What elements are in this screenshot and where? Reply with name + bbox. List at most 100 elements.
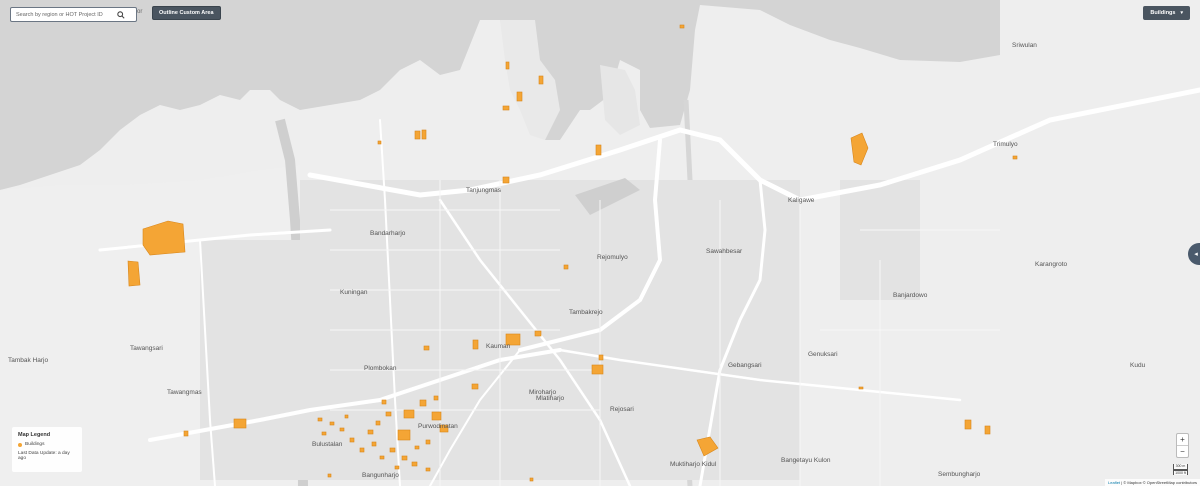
search-input[interactable] [16, 11, 116, 18]
building-footprint [425, 439, 431, 445]
building-footprint [359, 447, 365, 453]
place-label: Plombokan [364, 365, 397, 372]
place-label: Bulustalan [312, 441, 343, 448]
building-footprint [505, 61, 510, 70]
building-footprint [367, 429, 374, 435]
attribution-text: | © Mapbox © OpenStreetMap contributors [1120, 480, 1197, 485]
building-footprint [516, 91, 523, 102]
map-attribution: Leaflet | © Mapbox © OpenStreetMap contr… [1105, 479, 1200, 486]
building-footprint [401, 455, 408, 461]
place-label: Bandarharjo [370, 230, 406, 237]
place-label: Kaligawe [788, 197, 815, 204]
place-label: Genuksari [808, 351, 838, 358]
place-label: Sriwulan [1012, 42, 1037, 49]
building-footprint [964, 419, 972, 430]
building-footprint [389, 447, 396, 453]
layer-select-label: Buildings [1150, 10, 1176, 16]
building-footprint [411, 461, 418, 467]
building-footprint [381, 399, 387, 405]
place-label: Trimulyo [993, 141, 1018, 148]
building-footprint [344, 414, 349, 419]
place-label: Tawangmas [167, 389, 202, 396]
building-footprint [183, 430, 189, 437]
place-label: Kuningan [340, 289, 368, 296]
building-footprint [419, 399, 427, 407]
building-footprint [414, 445, 420, 450]
building-footprint [379, 455, 385, 460]
building-footprint [349, 437, 355, 443]
chevron-left-icon: ◂ [1194, 251, 1198, 258]
building-footprint [127, 260, 141, 287]
legend-item-label: Buildings [25, 442, 45, 447]
place-label: Bangetayu Kulon [781, 457, 831, 464]
place-label: Banjardowo [893, 292, 928, 299]
building-footprint [595, 144, 602, 156]
building-footprint [433, 395, 439, 401]
building-footprint [339, 427, 345, 432]
building-footprint [394, 465, 400, 470]
place-label: Sawahbesar [706, 248, 743, 255]
building-footprint [591, 364, 604, 375]
scale-bar: 300 m 1000 ft [1173, 464, 1188, 475]
place-label: Tawangsari [130, 345, 163, 352]
building-footprint [371, 441, 377, 447]
building-footprint [472, 339, 479, 350]
building-footprint [425, 467, 431, 472]
place-label: Tambakrejo [569, 309, 603, 316]
building-footprint [502, 105, 510, 111]
building-footprint [471, 383, 479, 390]
place-label: Gebangsari [728, 362, 762, 369]
zoom-in-button[interactable]: + [1177, 434, 1188, 446]
or-separator: or [137, 9, 143, 15]
place-label: Tambak Harjo [8, 357, 48, 364]
place-label: Kudu [1130, 362, 1146, 369]
building-footprint [329, 421, 335, 426]
zoom-control: + − [1176, 433, 1189, 458]
place-label: Rejosari [610, 406, 634, 413]
building-footprint [502, 176, 510, 184]
building-footprint [397, 429, 411, 441]
buildings-swatch-icon [18, 442, 22, 447]
building-footprint [538, 75, 544, 85]
place-label: Muktiharjo Kidul [670, 461, 717, 468]
building-footprint [529, 477, 534, 482]
last-update-text: Last Data Update: a day ago [18, 451, 70, 461]
search-icon[interactable] [116, 10, 125, 19]
place-label: Mlatiharjo [536, 395, 565, 402]
building-footprint [534, 330, 542, 337]
place-label: Rejomulyo [597, 254, 628, 261]
building-footprint [377, 140, 382, 145]
building-footprint [233, 418, 247, 429]
outline-custom-area-button[interactable]: Outline Custom Area [152, 6, 221, 20]
building-footprint [317, 417, 323, 422]
building-footprint [321, 431, 327, 436]
scale-imperial: 1000 ft [1173, 469, 1188, 475]
building-footprint [1012, 155, 1018, 160]
caret-down-icon: ▾ [1180, 10, 1183, 16]
map-legend: Map Legend Buildings Last Data Update: a… [12, 427, 82, 472]
legend-title: Map Legend [18, 432, 51, 438]
legend-item: Buildings [18, 442, 76, 447]
place-label: Karangroto [1035, 261, 1068, 268]
place-label: Tanjungmas [466, 187, 502, 194]
zoom-out-button[interactable]: − [1177, 446, 1188, 457]
place-label: Bangunharjo [362, 472, 399, 479]
building-footprint [858, 386, 864, 390]
building-footprint [679, 24, 685, 29]
building-footprint [414, 130, 421, 140]
place-label: Purwodinatan [418, 423, 458, 430]
building-footprint [984, 425, 991, 435]
building-footprint [423, 345, 430, 351]
building-footprint [385, 411, 392, 417]
map-canvas[interactable]: Sriwulan Trimulyo Kaligawe Tanjungmas Ba… [0, 0, 1200, 486]
layer-select-button[interactable]: Buildings ▾ [1143, 6, 1190, 20]
building-footprint [431, 411, 442, 421]
leaflet-link[interactable]: Leaflet [1108, 480, 1120, 485]
building-footprint [421, 129, 427, 140]
building-footprint [375, 420, 381, 426]
building-footprint [563, 264, 569, 270]
building-footprint [598, 354, 604, 361]
place-label: Sembungharjo [938, 471, 981, 478]
search-box[interactable] [10, 7, 137, 22]
place-label: Kauman [486, 343, 511, 350]
